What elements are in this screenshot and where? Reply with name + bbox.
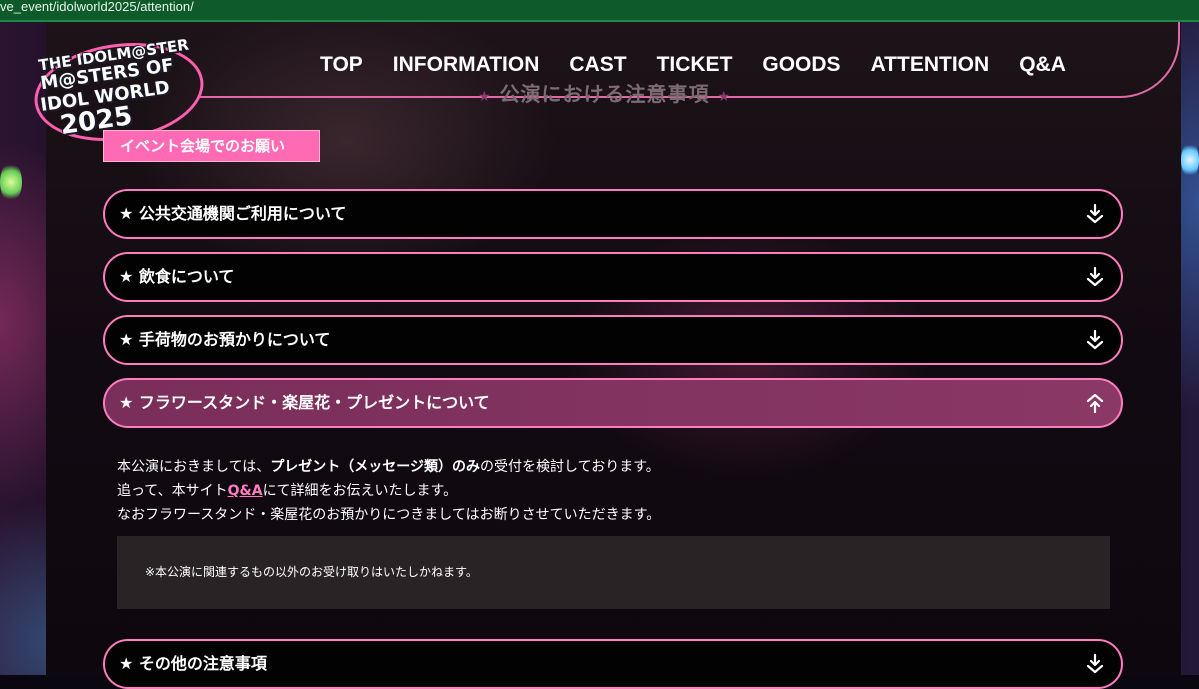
nav-cast[interactable]: CAST bbox=[569, 50, 626, 80]
chevron-down-icon bbox=[1086, 330, 1104, 350]
accordion-food[interactable]: ★ 飲食について bbox=[103, 252, 1123, 302]
accordion-luggage[interactable]: ★ 手荷物のお預かりについて bbox=[103, 315, 1123, 365]
nav-ticket[interactable]: TICKET bbox=[657, 50, 733, 80]
nav-goods[interactable]: GOODS bbox=[762, 50, 840, 80]
qa-link[interactable]: Q&A bbox=[228, 483, 263, 499]
content-line-2: 追って、本サイトQ&Aにて詳細をお伝えいたします。 bbox=[117, 483, 458, 499]
stage-light-right bbox=[1181, 142, 1199, 178]
accordion-title: ★ フラワースタンド・楽屋花・プレゼントについて bbox=[119, 393, 490, 412]
accordion-title: ★ 飲食について bbox=[119, 267, 235, 286]
accordion-content: 本公演におきましては、プレゼント（メッセージ類）のみの受付を検討しております。 … bbox=[117, 455, 660, 527]
browser-url-bar[interactable]: ve_event/idolworld2025/attention/ bbox=[0, 0, 1199, 22]
accordion-flowers-gifts[interactable]: ★ フラワースタンド・楽屋花・プレゼントについて bbox=[103, 378, 1123, 428]
star-icon: ★ bbox=[478, 89, 492, 105]
chevron-down-icon bbox=[1086, 654, 1104, 674]
accordion-transport[interactable]: ★ 公共交通機関ご利用について bbox=[103, 189, 1123, 239]
nav-qa[interactable]: Q&A bbox=[1019, 50, 1066, 80]
url-text: ve_event/idolworld2025/attention/ bbox=[0, 0, 194, 14]
accordion-title: ★ 手荷物のお預かりについて bbox=[119, 330, 331, 349]
content-line-3: なおフラワースタンド・楽屋花のお預かりにつきましてはお断りさせていただきます。 bbox=[117, 507, 661, 523]
main-nav: TOP INFORMATION CAST TICKET GOODS ATTENT… bbox=[320, 44, 1096, 80]
nav-attention[interactable]: ATTENTION bbox=[871, 44, 989, 80]
accordion-title: ★ 公共交通機関ご利用について bbox=[119, 204, 347, 223]
nav-information[interactable]: INFORMATION bbox=[393, 50, 540, 80]
note-box: ※本公演に関連するもの以外のお受け取りはいたしかねます。 bbox=[117, 536, 1110, 609]
nav-top[interactable]: TOP bbox=[320, 50, 363, 80]
accordion-other[interactable]: ★ その他の注意事項 bbox=[103, 639, 1123, 689]
chevron-down-icon bbox=[1086, 267, 1104, 287]
stage-light-left bbox=[0, 162, 22, 202]
star-icon: ★ bbox=[717, 89, 732, 105]
accordion-title: ★ その他の注意事項 bbox=[119, 654, 267, 673]
content-line-1: 本公演におきましては、プレゼント（メッセージ類）のみの受付を検討しております。 bbox=[117, 459, 660, 475]
chevron-down-icon bbox=[1086, 204, 1104, 224]
section-tag: イベント会場でのお願い bbox=[103, 130, 320, 162]
chevron-up-icon bbox=[1086, 393, 1104, 413]
page-title: ★ 公演における注意事項 ★ bbox=[478, 82, 732, 106]
